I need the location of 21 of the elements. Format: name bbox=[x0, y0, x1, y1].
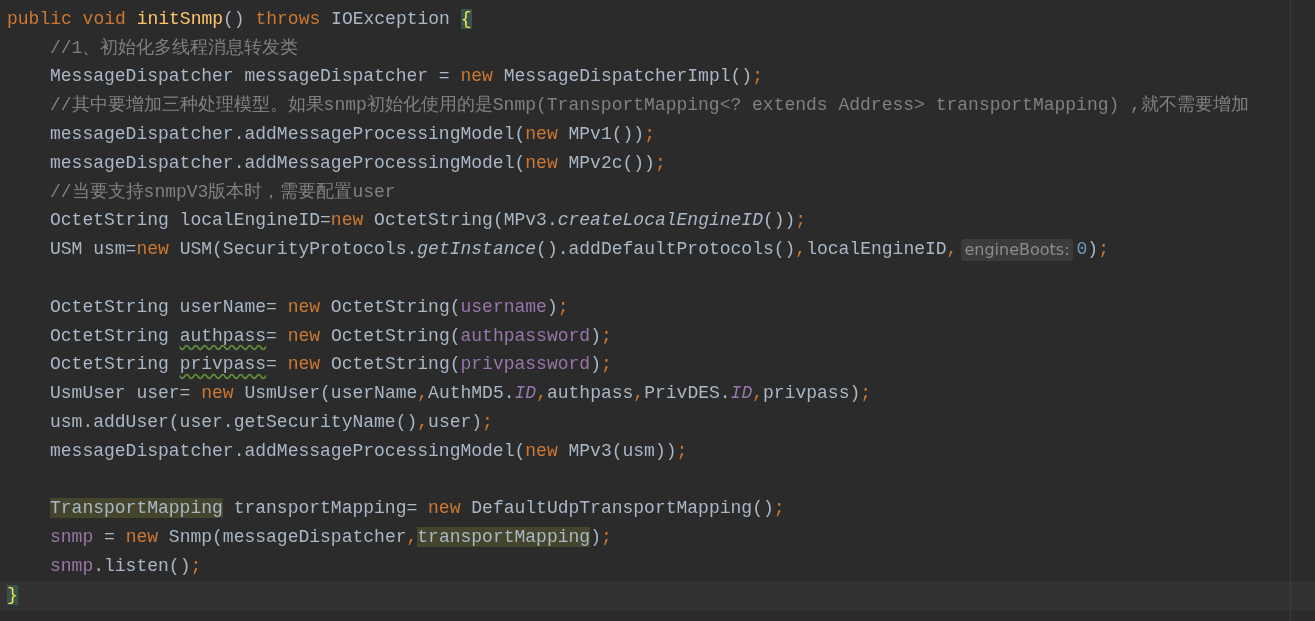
parameter-hint: engineBoots: bbox=[961, 238, 1073, 261]
code-line: OctetString localEngineID=new OctetString(MPv3.createLocalEngineID()); bbox=[50, 209, 807, 233]
code-line: usm.addUser(user.getSecurityName(),user); bbox=[50, 411, 493, 435]
code-line: //1、初始化多线程消息转发类 bbox=[50, 36, 299, 60]
code-line: OctetString authpass= new OctetString(authpassword); bbox=[50, 324, 612, 348]
code-line: MessageDispatcher messageDispatcher = new MessageDispatcherImpl(); bbox=[50, 65, 763, 89]
code-line: //其中要增加三种处理模型。如果snmp初始化使用的是Snmp(TransportMapping<? extends Address> transportMapping) ,就不需要增加 bbox=[50, 94, 1249, 118]
code-editor[interactable] bbox=[0, 0, 1315, 621]
code-line: 0); bbox=[1076, 238, 1109, 262]
code-line: snmp = new Snmp(messageDispatcher,transportMapping); bbox=[50, 526, 612, 550]
code-line: public void initSnmp() throws IOException { bbox=[7, 7, 472, 31]
code-line: OctetString userName= new OctetString(username); bbox=[50, 295, 569, 319]
code-line: TransportMapping transportMapping= new DefaultUdpTransportMapping(); bbox=[50, 497, 785, 521]
code-line: OctetString privpass= new OctetString(privpassword); bbox=[50, 353, 612, 377]
code-line: //当要支持snmpV3版本时，需要配置user bbox=[50, 180, 396, 204]
code-line: snmp.listen(); bbox=[50, 555, 202, 579]
code-line: messageDispatcher.addMessageProcessingModel(new MPv2c()); bbox=[50, 151, 666, 175]
code-line: messageDispatcher.addMessageProcessingModel(new MPv1()); bbox=[50, 123, 655, 147]
code-line: USM usm=new USM(SecurityProtocols.getInstance().addDefaultProtocols(),localEngineID, bbox=[50, 238, 958, 262]
code-line: messageDispatcher.addMessageProcessingModel(new MPv3(usm)); bbox=[50, 439, 688, 463]
code-line: UsmUser user= new UsmUser(userName,AuthMD5.ID,authpass,PrivDES.ID,privpass); bbox=[50, 382, 872, 406]
